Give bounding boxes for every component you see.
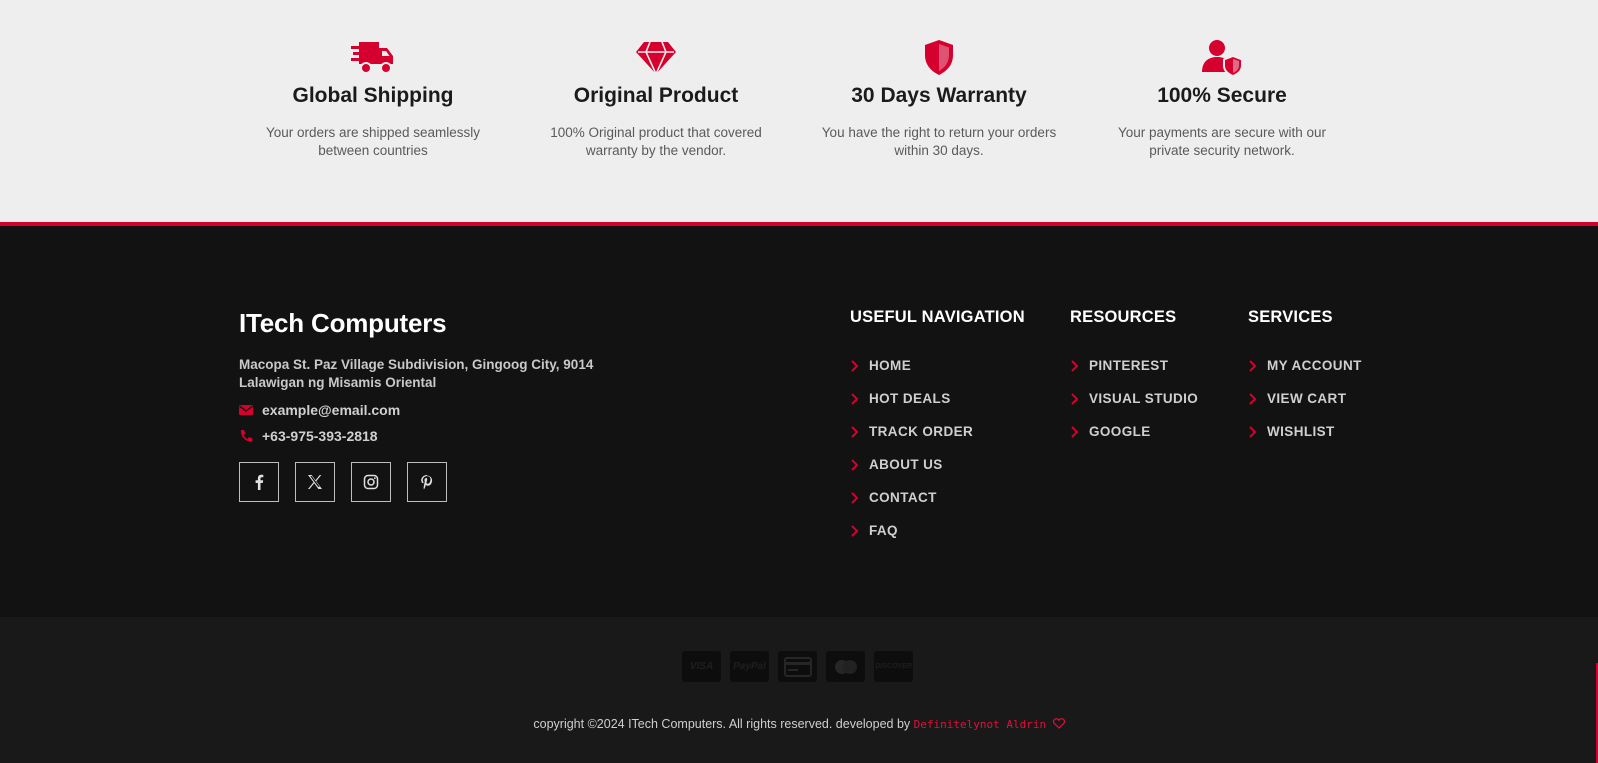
nav-link-label: WISHLIST [1267, 424, 1335, 439]
mastercard-icon [826, 651, 865, 682]
chevron-right-icon [851, 458, 859, 471]
nav-link-contact[interactable]: CONTACT [850, 481, 1025, 514]
paypal-icon: PayPal [730, 651, 769, 682]
nav-list: HOME HOT DEALS TRACK ORDER ABOUT US CONT… [850, 349, 1025, 547]
pinterest-icon [421, 475, 433, 490]
envelope-icon [239, 405, 253, 415]
nav-link-hot-deals[interactable]: HOT DEALS [850, 382, 1025, 415]
nav-link-label: VIEW CART [1267, 391, 1347, 406]
nav-col-title: USEFUL NAVIGATION [850, 308, 1025, 326]
footer-bottom: VISA PayPal DISCOVER copyright ©2024 ITe… [0, 617, 1598, 763]
instagram-icon [363, 474, 379, 490]
instagram-link[interactable] [351, 462, 391, 502]
nav-link-faq[interactable]: FAQ [850, 514, 1025, 547]
nav-link-label: FAQ [869, 523, 898, 538]
chevron-right-icon [1071, 392, 1079, 405]
diamond-icon [636, 41, 676, 76]
feature-secure: 100% Secure Your payments are secure wit… [1092, 38, 1352, 160]
copyright-text: copyright ©2024 ITech Computers. All rig… [533, 717, 911, 731]
x-icon [308, 475, 322, 489]
footer-email[interactable]: example@email.com [239, 402, 400, 418]
nav-link-pinterest[interactable]: PINTEREST [1070, 349, 1198, 382]
visa-icon: VISA [682, 651, 721, 682]
chevron-right-icon [1249, 392, 1257, 405]
copyright: copyright ©2024 ITech Computers. All rig… [0, 717, 1598, 731]
phone-icon [240, 430, 253, 442]
facebook-link[interactable] [239, 462, 279, 502]
x-link[interactable] [295, 462, 335, 502]
feature-title: 100% Secure [1157, 84, 1287, 107]
footer-address: Macopa St. Paz Village Subdivision, Ging… [239, 357, 594, 390]
nav-link-label: VISUAL STUDIO [1089, 391, 1199, 406]
chevron-right-icon [851, 491, 859, 504]
nav-link-view-cart[interactable]: VIEW CART [1248, 382, 1362, 415]
chevron-right-icon [851, 359, 859, 372]
nav-col-title: RESOURCES [1070, 308, 1177, 326]
chevron-right-icon [851, 425, 859, 438]
feature-description: Your orders are shipped seamlessly betwe… [265, 125, 481, 158]
footer-phone-text: +63-975-393-2818 [262, 428, 378, 444]
nav-link-my-account[interactable]: MY ACCOUNT [1248, 349, 1362, 382]
footer-brand: ITech Computers [239, 308, 447, 338]
nav-link-label: MY ACCOUNT [1267, 358, 1362, 373]
social-links [239, 462, 447, 502]
chevron-right-icon [851, 392, 859, 405]
chevron-right-icon [1071, 425, 1079, 438]
nav-list: PINTEREST VISUAL STUDIO GOOGLE [1070, 349, 1198, 448]
feature-title: 30 Days Warranty [851, 84, 1027, 107]
payment-methods: VISA PayPal DISCOVER [682, 651, 913, 682]
footer: ITech Computers Macopa St. Paz Village S… [0, 226, 1598, 617]
nav-col-useful-navigation: USEFUL NAVIGATION HOME HOT DEALS TRACK O… [850, 308, 1025, 547]
nav-link-label: HOT DEALS [869, 391, 951, 406]
chevron-right-icon [851, 524, 859, 537]
feature-global-shipping: Global Shipping Your orders are shipped … [243, 38, 503, 160]
truck-icon [351, 42, 393, 74]
nav-link-label: GOOGLE [1089, 424, 1151, 439]
feature-title: Global Shipping [292, 84, 454, 107]
nav-link-label: TRACK ORDER [869, 424, 974, 439]
feature-title: Original Product [573, 84, 739, 107]
nav-col-resources: RESOURCES PINTEREST VISUAL STUDIO GOOGLE [1070, 308, 1198, 448]
discover-icon: DISCOVER [874, 651, 913, 682]
nav-link-visual-studio[interactable]: VISUAL STUDIO [1070, 382, 1198, 415]
nav-link-wishlist[interactable]: WISHLIST [1248, 415, 1362, 448]
nav-link-label: ABOUT US [869, 457, 943, 472]
feature-original-product: Original Product 100% Original product t… [526, 38, 786, 160]
nav-link-label: CONTACT [869, 490, 937, 505]
nav-link-label: HOME [869, 358, 912, 373]
footer-phone[interactable]: +63-975-393-2818 [239, 428, 378, 444]
nav-link-google[interactable]: GOOGLE [1070, 415, 1198, 448]
features-section: Global Shipping Your orders are shipped … [0, 0, 1598, 222]
chevron-right-icon [1071, 359, 1079, 372]
nav-link-about-us[interactable]: ABOUT US [850, 448, 1025, 481]
chevron-right-icon [1249, 425, 1257, 438]
footer-email-text: example@email.com [262, 402, 401, 418]
credit-card-icon [778, 651, 817, 682]
shield-icon [925, 40, 953, 75]
nav-list: MY ACCOUNT VIEW CART WISHLIST [1248, 349, 1362, 448]
nav-col-services: SERVICES MY ACCOUNT VIEW CART WISHLIST [1248, 308, 1362, 448]
heart-icon [1052, 718, 1065, 729]
pinterest-link[interactable] [407, 462, 447, 502]
facebook-icon [255, 474, 264, 490]
user-shield-icon [1202, 40, 1243, 76]
developer-link[interactable]: Definitelynot Aldrin [914, 718, 1046, 731]
feature-description: 100% Original product that covered warra… [550, 125, 762, 158]
nav-link-label: PINTEREST [1089, 358, 1169, 373]
feature-description: You have the right to return your orders… [821, 125, 1057, 158]
chevron-right-icon [1249, 359, 1257, 372]
nav-link-track-order[interactable]: TRACK ORDER [850, 415, 1025, 448]
feature-warranty: 30 Days Warranty You have the right to r… [809, 38, 1069, 160]
nav-col-title: SERVICES [1248, 308, 1333, 326]
nav-link-home[interactable]: HOME [850, 349, 1025, 382]
feature-description: Your payments are secure with our privat… [1117, 125, 1327, 158]
